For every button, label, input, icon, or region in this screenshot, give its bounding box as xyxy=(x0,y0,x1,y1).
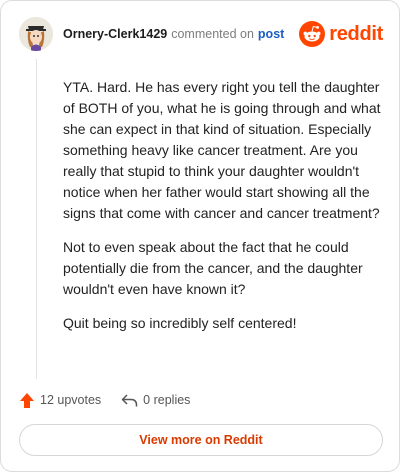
comment-body: YTA. Hard. He has every right you tell t… xyxy=(63,77,381,347)
view-more-button[interactable]: View more on Reddit xyxy=(19,424,383,456)
comment-paragraph: Quit being so incredibly self centered! xyxy=(63,315,297,331)
comment-paragraph: Not to even speak about the fact that he… xyxy=(63,239,363,297)
comment-footer: 12 upvotes 0 replies xyxy=(19,391,190,409)
user-avatar[interactable] xyxy=(19,17,53,51)
replies-button[interactable]: 0 replies xyxy=(121,393,190,408)
replies-count: 0 replies xyxy=(143,393,191,407)
upvotes-count: 12 upvotes xyxy=(40,393,102,407)
reply-arrow-icon xyxy=(121,393,138,406)
reddit-brand-link[interactable]: reddit xyxy=(299,21,383,47)
upvotes-button[interactable]: 12 upvotes xyxy=(19,392,101,409)
reddit-logo-icon xyxy=(299,21,326,47)
embedded-comment-card: Ornery-Clerk1429 commented on post reddi… xyxy=(0,0,400,472)
comment-meta: Ornery-Clerk1429 commented on post xyxy=(63,27,284,41)
thread-line xyxy=(36,59,37,379)
post-link[interactable]: post xyxy=(258,27,284,41)
avatar-image xyxy=(19,17,53,51)
upvote-arrow-icon xyxy=(20,392,34,408)
reddit-wordmark: reddit xyxy=(329,22,383,45)
comment-paragraph: YTA. Hard. He has every right you tell t… xyxy=(63,79,381,221)
action-text: commented on xyxy=(171,27,254,41)
username-link[interactable]: Ornery-Clerk1429 xyxy=(63,27,167,41)
